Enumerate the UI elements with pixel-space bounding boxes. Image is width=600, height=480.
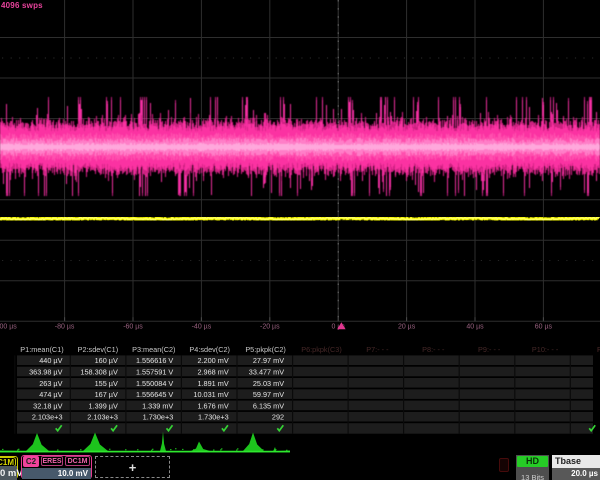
svg-text:-60 µs: -60 µs (123, 324, 143, 331)
svg-text:59.97 mV: 59.97 mV (253, 390, 284, 399)
svg-text:440 µV: 440 µV (39, 356, 62, 365)
svg-text:25.03 mV: 25.03 mV (253, 379, 284, 388)
svg-text:1.730e+3: 1.730e+3 (143, 413, 174, 422)
svg-text:P1:mean(C1): P1:mean(C1) (20, 345, 63, 354)
svg-text:P10:- - -: P10:- - - (532, 345, 559, 354)
svg-text:2.103e+3: 2.103e+3 (32, 413, 63, 422)
svg-text:P9:- - -: P9:- - - (478, 345, 501, 354)
svg-text:155 µV: 155 µV (95, 379, 118, 388)
svg-text:1.891 mV: 1.891 mV (197, 379, 228, 388)
svg-text:P8:- - -: P8:- - - (422, 345, 445, 354)
svg-text:P5:pkpk(C2): P5:pkpk(C2) (245, 345, 286, 354)
svg-text:2.968 mV: 2.968 mV (197, 368, 228, 377)
svg-text:474 µV: 474 µV (39, 390, 62, 399)
svg-text:1.676 mV: 1.676 mV (197, 401, 228, 410)
svg-text:2.200 mV: 2.200 mV (197, 356, 228, 365)
svg-text:-20 µs: -20 µs (260, 324, 280, 331)
svg-text:P3:mean(C2): P3:mean(C2) (132, 345, 175, 354)
svg-text:1.339 mV: 1.339 mV (142, 401, 173, 410)
svg-text:20 µs: 20 µs (398, 324, 416, 331)
svg-text:1.556616 V: 1.556616 V (136, 356, 173, 365)
svg-text:-100 µs: -100 µs (0, 324, 17, 331)
svg-text:33.477 mV: 33.477 mV (249, 368, 284, 377)
svg-text:P4:sdev(C2): P4:sdev(C2) (189, 345, 230, 354)
svg-text:27.97 mV: 27.97 mV (253, 356, 284, 365)
svg-text:167 µV: 167 µV (95, 390, 118, 399)
svg-text:P7:- - -: P7:- - - (366, 345, 389, 354)
svg-text:160 µV: 160 µV (95, 356, 118, 365)
svg-text:292: 292 (272, 413, 284, 422)
svg-text:2.103e+3: 2.103e+3 (87, 413, 118, 422)
svg-text:P2:sdev(C1): P2:sdev(C1) (78, 345, 119, 354)
svg-text:P6:pkpk(C3): P6:pkpk(C3) (301, 345, 342, 354)
svg-text:4096 swps: 4096 swps (1, 1, 43, 10)
svg-text:1.730e+3: 1.730e+3 (198, 413, 229, 422)
svg-text:40 µs: 40 µs (466, 324, 484, 331)
svg-text:60 µs: 60 µs (535, 324, 553, 331)
svg-text:263 µV: 263 µV (39, 379, 62, 388)
svg-text:-40 µs: -40 µs (192, 324, 212, 331)
svg-text:363.98 µV: 363.98 µV (29, 368, 63, 377)
svg-text:10.031 mV: 10.031 mV (193, 390, 228, 399)
svg-text:1.550084 V: 1.550084 V (136, 379, 173, 388)
svg-text:158.308 µV: 158.308 µV (80, 368, 118, 377)
svg-text:-80 µs: -80 µs (55, 324, 75, 331)
svg-text:1.557591 V: 1.557591 V (136, 368, 173, 377)
svg-text:1.556645 V: 1.556645 V (136, 390, 173, 399)
svg-text:1.399 µV: 1.399 µV (89, 401, 118, 410)
svg-text:32.18 µV: 32.18 µV (33, 401, 62, 410)
svg-text:6.135 mV: 6.135 mV (253, 401, 284, 410)
